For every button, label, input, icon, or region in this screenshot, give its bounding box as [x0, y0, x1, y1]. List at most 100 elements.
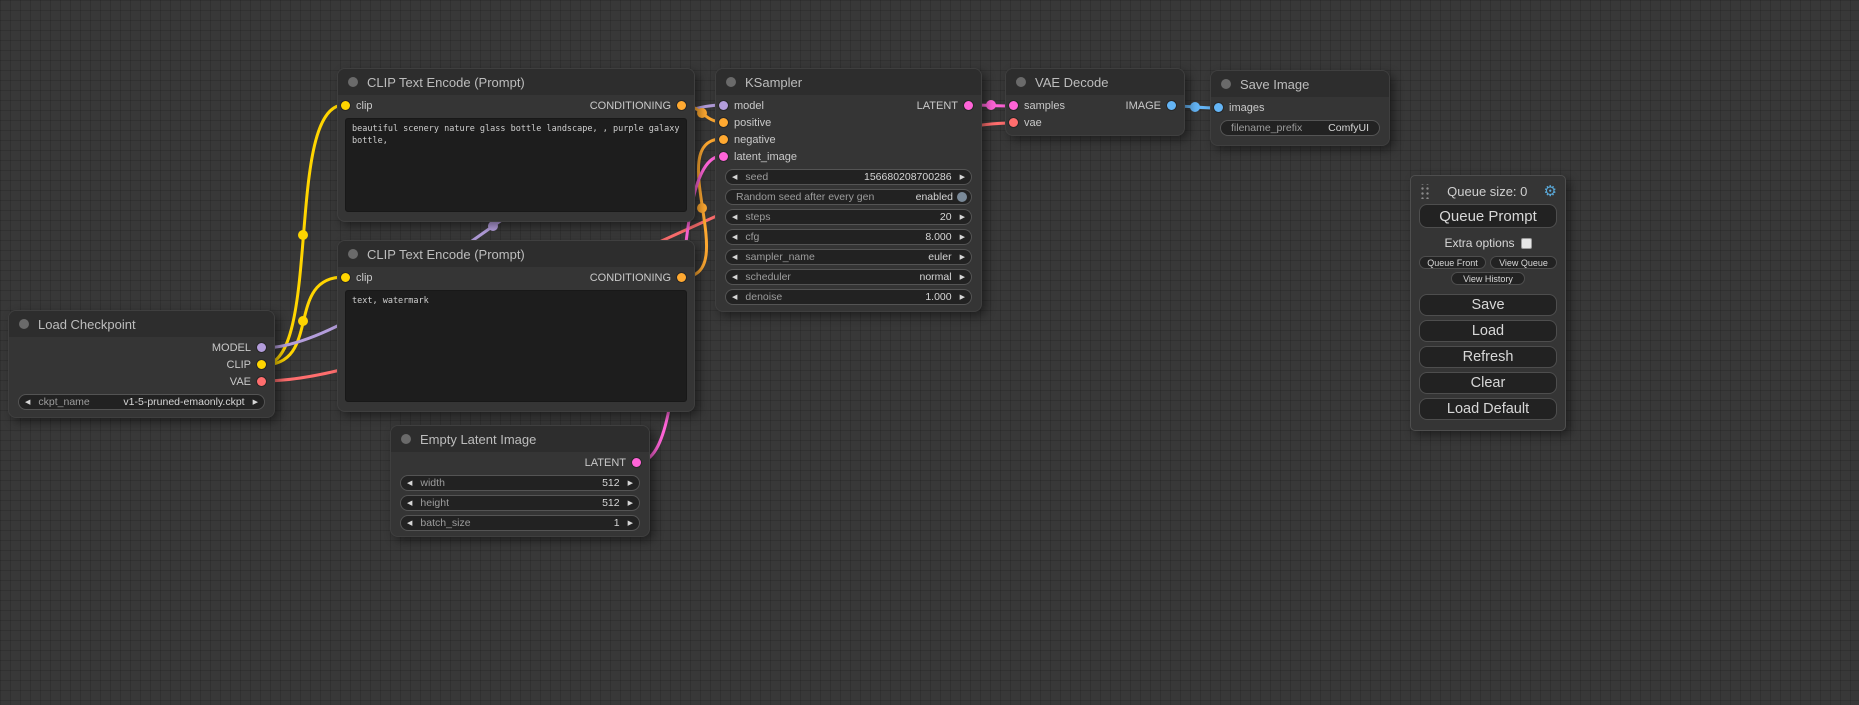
latent-output-slot[interactable]: [964, 101, 973, 110]
next-value-arrow-icon[interactable]: ▶: [960, 274, 965, 281]
clip-output-slot[interactable]: [257, 360, 266, 369]
conditioning-output-slot[interactable]: [677, 101, 686, 110]
node-clip-text-encode-negative[interactable]: CLIP Text Encode (Prompt) clip CONDITION…: [337, 240, 695, 412]
decrement-arrow-icon[interactable]: ◀: [407, 500, 412, 507]
increment-arrow-icon[interactable]: ▶: [960, 174, 965, 181]
node-collapse-dot-icon[interactable]: [726, 77, 736, 87]
output-label-latent: LATENT: [917, 100, 958, 112]
prev-value-arrow-icon[interactable]: ◀: [732, 254, 737, 261]
vae-input-slot[interactable]: [1009, 118, 1018, 127]
node-collapse-dot-icon[interactable]: [1221, 79, 1231, 89]
increment-arrow-icon[interactable]: ▶: [628, 500, 633, 507]
decrement-arrow-icon[interactable]: ◀: [732, 174, 737, 181]
samples-input-slot[interactable]: [1009, 101, 1018, 110]
widget-denoise[interactable]: ◀ denoise 1.000 ▶: [725, 289, 972, 305]
positive-input-slot[interactable]: [719, 118, 728, 127]
view-history-button[interactable]: View History: [1451, 272, 1525, 285]
node-collapse-dot-icon[interactable]: [348, 77, 358, 87]
output-label-model: MODEL: [212, 342, 251, 354]
widget-height[interactable]: ◀ height 512 ▶: [400, 495, 640, 511]
node-empty-latent-image[interactable]: Empty Latent Image LATENT ◀ width 512 ▶ …: [390, 425, 650, 537]
image-output-slot[interactable]: [1167, 101, 1176, 110]
link-midpoint-dot: [298, 316, 308, 326]
widget-label: width: [420, 477, 445, 489]
load-default-button[interactable]: Load Default: [1419, 398, 1557, 420]
save-button[interactable]: Save: [1419, 294, 1557, 316]
widget-ckpt-name[interactable]: ◀ ckpt_name v1-5-pruned-emaonly.ckpt ▶: [18, 394, 265, 410]
node-load-checkpoint[interactable]: Load Checkpoint MODEL CLIP VAE ◀ ckpt_na…: [8, 310, 275, 418]
clear-button[interactable]: Clear: [1419, 372, 1557, 394]
refresh-button[interactable]: Refresh: [1419, 346, 1557, 368]
prev-value-arrow-icon[interactable]: ◀: [25, 399, 30, 406]
prompt-textarea[interactable]: text, watermark: [345, 290, 687, 402]
increment-arrow-icon[interactable]: ▶: [960, 294, 965, 301]
decrement-arrow-icon[interactable]: ◀: [407, 520, 412, 527]
node-title-bar[interactable]: CLIP Text Encode (Prompt): [338, 241, 694, 267]
view-queue-button[interactable]: View Queue: [1490, 256, 1557, 269]
queue-prompt-button[interactable]: Queue Prompt: [1419, 204, 1557, 228]
node-title-bar[interactable]: Empty Latent Image: [391, 426, 649, 452]
increment-arrow-icon[interactable]: ▶: [960, 234, 965, 241]
input-label-positive: positive: [734, 117, 771, 129]
prompt-textarea[interactable]: beautiful scenery nature glass bottle la…: [345, 118, 687, 212]
menu-drag-handle-icon[interactable]: [1419, 184, 1431, 199]
negative-input-slot[interactable]: [719, 135, 728, 144]
latent-image-input-slot[interactable]: [719, 152, 728, 161]
widget-cfg[interactable]: ◀ cfg 8.000 ▶: [725, 229, 972, 245]
node-title-bar[interactable]: VAE Decode: [1006, 69, 1184, 95]
node-title-bar[interactable]: Load Checkpoint: [9, 311, 274, 337]
node-collapse-dot-icon[interactable]: [1016, 77, 1026, 87]
queue-size-label: Queue size: 0: [1431, 184, 1544, 199]
output-label-conditioning: CONDITIONING: [590, 100, 671, 112]
widget-random-seed-toggle[interactable]: Random seed after every gen enabled: [725, 189, 972, 205]
toggle-indicator-icon[interactable]: [957, 192, 967, 202]
widget-scheduler[interactable]: ◀ scheduler normal ▶: [725, 269, 972, 285]
widget-steps[interactable]: ◀ steps 20 ▶: [725, 209, 972, 225]
node-title-bar[interactable]: KSampler: [716, 69, 981, 95]
conditioning-output-slot[interactable]: [677, 273, 686, 282]
widget-width[interactable]: ◀ width 512 ▶: [400, 475, 640, 491]
decrement-arrow-icon[interactable]: ◀: [407, 480, 412, 487]
widget-filename-prefix[interactable]: filename_prefix ComfyUI: [1220, 120, 1380, 136]
images-input-slot[interactable]: [1214, 103, 1223, 112]
load-button[interactable]: Load: [1419, 320, 1557, 342]
node-title-bar[interactable]: Save Image: [1211, 71, 1389, 97]
widget-value: enabled: [916, 191, 953, 203]
increment-arrow-icon[interactable]: ▶: [960, 214, 965, 221]
link-midpoint-dot: [1190, 102, 1200, 112]
prev-value-arrow-icon[interactable]: ◀: [732, 274, 737, 281]
next-value-arrow-icon[interactable]: ▶: [253, 399, 258, 406]
decrement-arrow-icon[interactable]: ◀: [732, 234, 737, 241]
clip-input-slot[interactable]: [341, 273, 350, 282]
next-value-arrow-icon[interactable]: ▶: [960, 254, 965, 261]
output-label-clip: CLIP: [227, 359, 251, 371]
model-input-slot[interactable]: [719, 101, 728, 110]
widget-label: filename_prefix: [1231, 122, 1302, 134]
node-vae-decode[interactable]: VAE Decode samples IMAGE vae: [1005, 68, 1185, 136]
node-save-image[interactable]: Save Image images filename_prefix ComfyU…: [1210, 70, 1390, 146]
decrement-arrow-icon[interactable]: ◀: [732, 214, 737, 221]
widget-batch-size[interactable]: ◀ batch_size 1 ▶: [400, 515, 640, 531]
node-title-bar[interactable]: CLIP Text Encode (Prompt): [338, 69, 694, 95]
model-output-slot[interactable]: [257, 343, 266, 352]
node-ksampler[interactable]: KSampler model LATENT positive negative: [715, 68, 982, 312]
increment-arrow-icon[interactable]: ▶: [628, 520, 633, 527]
node-collapse-dot-icon[interactable]: [348, 249, 358, 259]
node-collapse-dot-icon[interactable]: [401, 434, 411, 444]
output-label-latent: LATENT: [585, 457, 626, 469]
queue-menu-panel: Queue size: 0 ⚙ Queue Prompt Extra optio…: [1410, 175, 1566, 431]
widget-sampler-name[interactable]: ◀ sampler_name euler ▶: [725, 249, 972, 265]
widget-seed[interactable]: ◀ seed 156680208700286 ▶: [725, 169, 972, 185]
decrement-arrow-icon[interactable]: ◀: [732, 294, 737, 301]
queue-front-button[interactable]: Queue Front: [1419, 256, 1486, 269]
widget-label: steps: [745, 211, 770, 223]
node-clip-text-encode-positive[interactable]: CLIP Text Encode (Prompt) clip CONDITION…: [337, 68, 695, 222]
node-collapse-dot-icon[interactable]: [19, 319, 29, 329]
latent-output-slot[interactable]: [632, 458, 641, 467]
increment-arrow-icon[interactable]: ▶: [628, 480, 633, 487]
settings-gear-icon[interactable]: ⚙: [1544, 184, 1557, 199]
vae-output-slot[interactable]: [257, 377, 266, 386]
extra-options-checkbox[interactable]: [1521, 238, 1532, 249]
output-label-image: IMAGE: [1126, 100, 1161, 112]
clip-input-slot[interactable]: [341, 101, 350, 110]
